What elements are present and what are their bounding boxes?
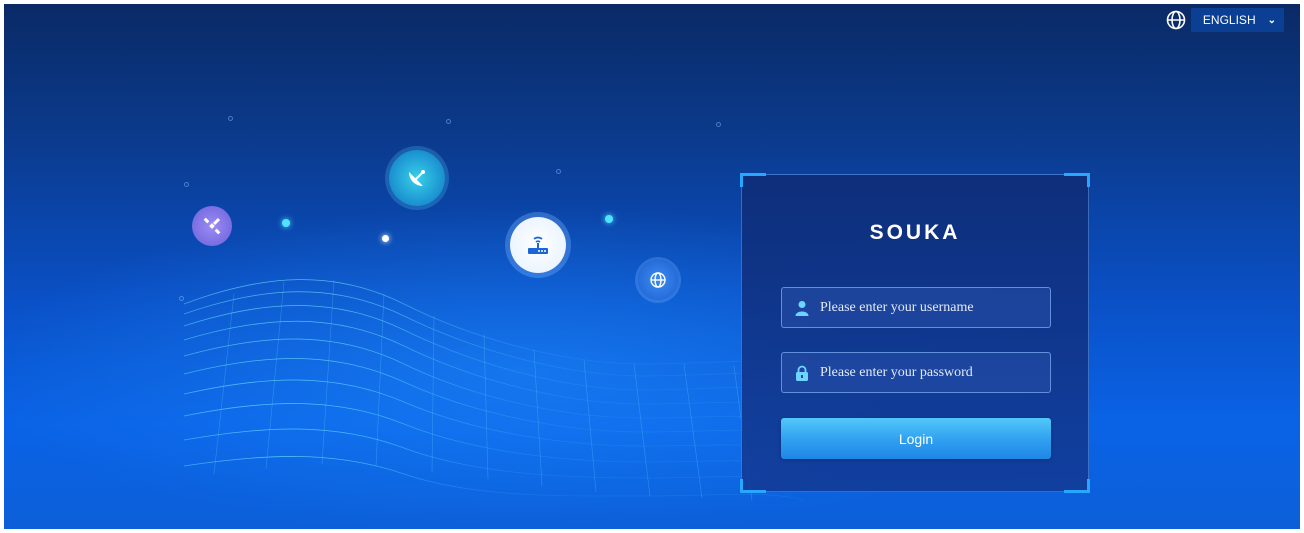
- username-field[interactable]: [781, 287, 1051, 328]
- brand-logo: SOUKA: [869, 221, 961, 244]
- satellite-dish-bubble: [389, 150, 445, 206]
- panel-corner: [1064, 173, 1090, 187]
- language-select[interactable]: ENGLISH ⌄: [1190, 8, 1284, 32]
- password-input[interactable]: [820, 353, 1050, 392]
- glow-dot: [605, 215, 613, 223]
- login-button[interactable]: Login: [781, 418, 1051, 459]
- login-panel: SOUKA Login: [740, 173, 1090, 493]
- panel-corner: [740, 173, 766, 187]
- faint-dot: [228, 116, 233, 121]
- globe-icon: [650, 272, 666, 288]
- router-bubble: [510, 217, 566, 273]
- globe-icon[interactable]: [1165, 9, 1187, 31]
- panel-corner: [740, 479, 766, 493]
- lock-icon: [796, 365, 808, 381]
- login-page: ENGLISH ⌄ SOUKA Login: [4, 4, 1300, 529]
- panel-corner: [1064, 479, 1090, 493]
- router-icon: [528, 236, 548, 254]
- satellite-icon: [203, 217, 221, 235]
- chevron-down-icon: ⌄: [1267, 14, 1276, 26]
- glow-dot: [382, 235, 389, 242]
- password-field[interactable]: [781, 352, 1051, 393]
- satellite-bubble: [192, 206, 232, 246]
- faint-dot: [716, 122, 721, 127]
- faint-dot: [179, 296, 184, 301]
- globe-bubble: [638, 260, 678, 300]
- user-icon: [795, 300, 809, 316]
- language-switcher: ENGLISH ⌄: [1165, 8, 1284, 32]
- faint-dot: [446, 119, 451, 124]
- language-label: ENGLISH: [1202, 13, 1256, 27]
- faint-dot: [556, 169, 561, 174]
- username-input[interactable]: [820, 288, 1050, 327]
- glow-dot: [282, 219, 290, 227]
- satellite-dish-icon: [409, 170, 425, 186]
- faint-dot: [184, 182, 189, 187]
